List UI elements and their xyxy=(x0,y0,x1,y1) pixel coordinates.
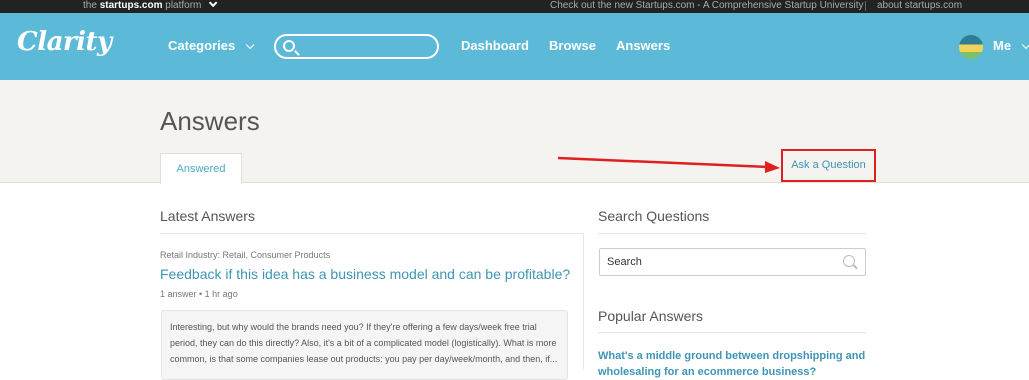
search-questions-heading: Search Questions xyxy=(598,208,710,224)
tab-answered[interactable]: Answered xyxy=(160,153,242,184)
nav-answers[interactable]: Answers xyxy=(616,38,670,53)
chevron-down-icon xyxy=(245,40,255,50)
column-divider xyxy=(583,233,584,369)
avatar[interactable] xyxy=(959,35,983,59)
annotation-arrow xyxy=(557,156,780,173)
section-divider xyxy=(160,233,583,234)
header-search-input[interactable] xyxy=(274,34,439,59)
platform-word: platform xyxy=(165,0,202,11)
nav-dashboard[interactable]: Dashboard xyxy=(461,38,529,53)
search-icon[interactable] xyxy=(843,255,855,267)
platform-switcher[interactable]: the startups.com platform xyxy=(83,0,218,11)
search-icon xyxy=(283,40,295,52)
chevron-down-icon xyxy=(1021,40,1029,50)
user-menu[interactable]: Me xyxy=(993,38,1029,53)
categories-menu[interactable]: Categories xyxy=(168,38,255,53)
section-divider xyxy=(598,233,866,234)
search-questions-input[interactable] xyxy=(600,249,840,275)
categories-label: Categories xyxy=(168,38,236,53)
section-divider xyxy=(598,332,866,333)
nav-browse[interactable]: Browse xyxy=(549,38,596,53)
promo-link[interactable]: Check out the new Startups.com - A Compr… xyxy=(550,0,863,11)
user-menu-label: Me xyxy=(993,38,1012,53)
platform-brand: startups.com xyxy=(99,0,163,11)
latest-answers-heading: Latest Answers xyxy=(160,208,255,224)
search-questions-field xyxy=(599,248,866,276)
ask-question-button[interactable]: Ask a Question xyxy=(781,149,876,182)
clarity-logo[interactable]: Clarity xyxy=(17,27,112,57)
platform-the: the xyxy=(83,0,97,11)
chevron-down-icon xyxy=(209,0,218,8)
popular-answer-link[interactable]: What's a middle ground between dropshipp… xyxy=(598,348,868,380)
question-title-link[interactable]: Feedback if this idea has a business mod… xyxy=(160,266,570,282)
popular-answers-heading: Popular Answers xyxy=(598,308,704,324)
about-link[interactable]: about startups.com xyxy=(877,0,962,11)
question-meta: 1 answer • 1 hr ago xyxy=(160,289,238,299)
answer-snippet[interactable]: Interesting, but why would the brands ne… xyxy=(161,310,568,380)
question-category[interactable]: Retail Industry: Retail, Consumer Produc… xyxy=(160,250,330,260)
topbar-divider xyxy=(865,1,866,11)
main-header: Clarity Categories Dashboard Browse Answ… xyxy=(0,13,1029,80)
top-strip: the startups.com platform Check out the … xyxy=(0,0,1029,13)
page-title: Answers xyxy=(160,106,260,136)
